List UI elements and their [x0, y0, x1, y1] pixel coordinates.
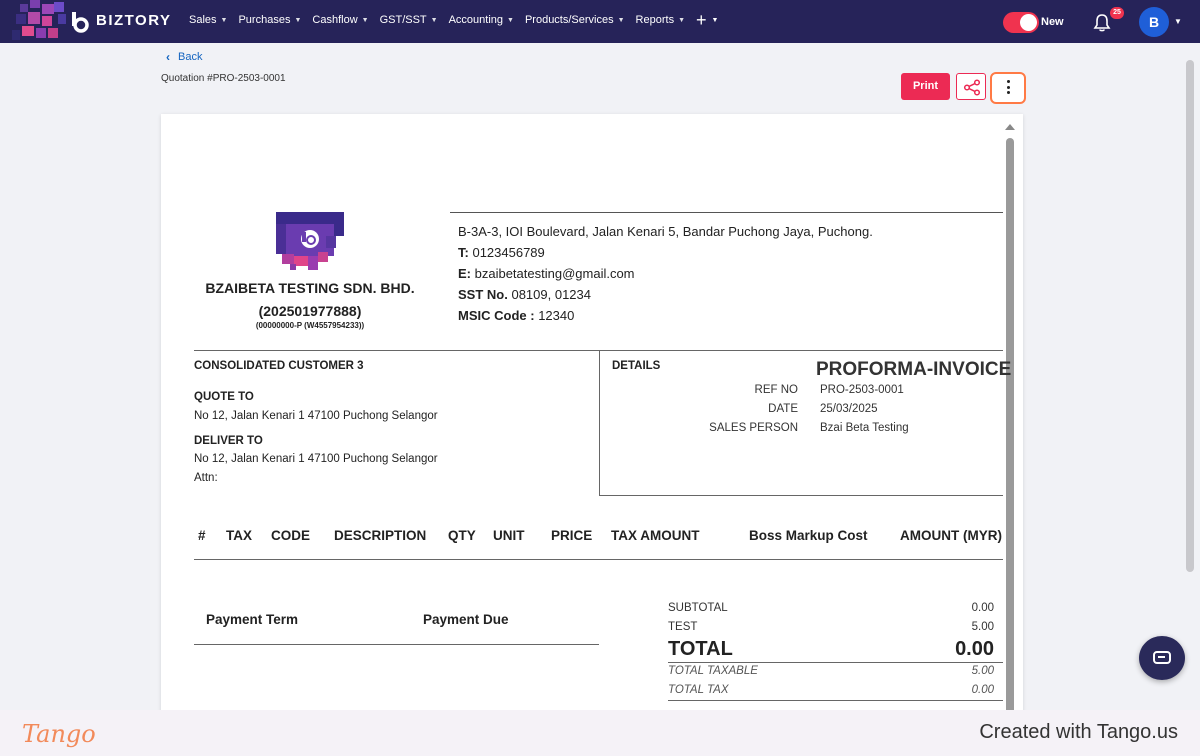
print-button[interactable]: Print: [901, 73, 950, 100]
company-email: E: bzaibetatesting@gmail.com: [458, 266, 635, 281]
col-header-boss-markup-cost: Boss Markup Cost: [749, 528, 868, 543]
nav-add-menu[interactable]: + ▼: [696, 9, 719, 30]
col-header-price: PRICE: [551, 528, 593, 543]
main-nav: Sales ▼ Purchases ▼ Cashflow ▼ GST/SST ▼ Acc…: [189, 9, 719, 30]
chevron-down-icon: ▼: [220, 16, 228, 24]
top-navbar: BIZTORY Sales ▼ Purchases ▼ Cashflow ▼ GST/…: [0, 0, 1200, 43]
back-label: Back: [178, 51, 203, 63]
chevron-down-icon: ▼: [617, 16, 625, 24]
col-header-tax-amount: TAX AMOUNT: [611, 528, 700, 543]
divider: [194, 559, 1003, 560]
bell-icon[interactable]: [1092, 13, 1112, 33]
sales-person-label: SALES PERSON: [709, 422, 798, 434]
document-preview: BZAIBETA TESTING SDN. BHD. (202501977888…: [161, 114, 1023, 724]
created-with-text: Created with Tango.us: [979, 721, 1178, 743]
col-header-unit: UNIT: [493, 528, 525, 543]
divider: [599, 495, 1003, 496]
divider: [668, 700, 1003, 701]
nav-accounting[interactable]: Accounting ▼: [449, 14, 514, 26]
quote-to-label: QUOTE TO: [194, 391, 254, 403]
ref-no-value: PRO-2503-0001: [820, 384, 904, 396]
nav-sales[interactable]: Sales ▼: [189, 14, 227, 26]
chevron-left-icon: ‹: [166, 50, 170, 64]
divider: [599, 350, 600, 495]
divider: [450, 212, 1003, 213]
chevron-down-icon: ▼: [361, 16, 369, 24]
scroll-up-icon[interactable]: [1005, 124, 1015, 130]
nav-products-services[interactable]: Products/Services ▼: [525, 14, 625, 26]
payment-due-label: Payment Due: [423, 612, 509, 627]
col-header-tax: TAX: [226, 528, 252, 543]
share-icon: [963, 79, 981, 96]
chevron-down-icon: ▼: [678, 16, 686, 24]
col-header-qty: QTY: [448, 528, 476, 543]
payment-term-label: Payment Term: [206, 612, 299, 627]
notification-badge: 25: [1110, 7, 1124, 19]
company-name: BZAIBETA TESTING SDN. BHD.: [205, 280, 415, 296]
tango-logo: Tango: [22, 720, 96, 748]
total-label: TOTAL: [668, 638, 733, 660]
chevron-down-icon: ▼: [430, 16, 438, 24]
total-taxable-label: TOTAL TAXABLE: [668, 665, 758, 677]
page-scrollbar[interactable]: [1186, 60, 1194, 572]
company-msic: MSIC Code : 12340: [458, 308, 575, 323]
details-label: DETAILS: [612, 360, 661, 372]
chevron-down-icon: ▼: [507, 16, 514, 24]
total-tax-label: TOTAL TAX: [668, 684, 729, 696]
deliver-to-address: No 12, Jalan Kenari 1 47100 Puchong Sela…: [194, 453, 438, 465]
new-ui-toggle[interactable]: [1003, 12, 1039, 33]
total-taxable-value: 5.00: [971, 665, 994, 677]
attention-label: Attn:: [194, 472, 218, 484]
user-avatar[interactable]: B: [1139, 7, 1169, 37]
chevron-down-icon: ▼: [711, 16, 719, 24]
brand-name[interactable]: BIZTORY: [96, 12, 172, 29]
company-phone: T: 0123456789: [458, 245, 545, 260]
date-label: DATE: [768, 403, 798, 415]
chat-icon: [1153, 651, 1171, 664]
nav-purchases[interactable]: Purchases ▼: [238, 14, 301, 26]
company-reg-no: (202501977888): [258, 303, 362, 319]
nav-gst-sst[interactable]: GST/SST ▼: [380, 14, 438, 26]
divider: [668, 662, 1003, 663]
chevron-down-icon: ▼: [294, 16, 302, 24]
toggle-label: New: [1041, 16, 1064, 28]
divider: [194, 644, 599, 645]
more-options-button[interactable]: [990, 72, 1026, 104]
date-value: 25/03/2025: [820, 403, 878, 415]
back-link[interactable]: ‹ Back: [166, 50, 202, 64]
more-vertical-icon: [1007, 80, 1010, 97]
company-address: B-3A-3, IOI Boulevard, Jalan Kenari 5, B…: [458, 224, 873, 239]
plus-icon: +: [696, 9, 707, 30]
page-title: Quotation #PRO-2503-0001: [161, 73, 286, 84]
subtotal-label: SUBTOTAL: [668, 602, 728, 614]
ref-no-label: REF NO: [754, 384, 798, 396]
total-tax-value: 0.00: [971, 684, 994, 696]
subtotal-value: 0.00: [971, 602, 994, 614]
test-value: 5.00: [971, 621, 994, 633]
customer-name: CONSOLIDATED CUSTOMER 3: [194, 360, 364, 372]
document-scrollbar[interactable]: [1006, 138, 1014, 718]
deliver-to-label: DELIVER TO: [194, 435, 263, 447]
company-sst: SST No. 08109, 01234: [458, 287, 591, 302]
document-type: PROFORMA-INVOICE: [816, 359, 1012, 380]
nav-cashflow[interactable]: Cashflow ▼: [312, 14, 368, 26]
chevron-down-icon[interactable]: ▼: [1174, 17, 1182, 26]
toggle-knob: [1020, 14, 1037, 31]
col-header-code: CODE: [271, 528, 311, 543]
share-button[interactable]: [956, 73, 986, 100]
company-contact: B-3A-3, IOI Boulevard, Jalan Kenari 5, B…: [458, 221, 873, 326]
chat-button[interactable]: [1139, 636, 1185, 680]
test-label: TEST: [668, 621, 698, 633]
company-logo: [276, 212, 344, 270]
nav-reports[interactable]: Reports ▼: [636, 14, 685, 26]
brand-logo-icon[interactable]: [70, 11, 92, 33]
col-header-number: #: [198, 528, 206, 543]
company-old-reg: (00000000-P (W4557954233)): [255, 321, 365, 330]
col-header-amount: AMOUNT (MYR): [900, 528, 1002, 543]
quote-to-address: No 12, Jalan Kenari 1 47100 Puchong Sela…: [194, 410, 438, 422]
sales-person-value: Bzai Beta Testing: [820, 422, 909, 434]
total-value: 0.00: [955, 638, 994, 660]
col-header-description: DESCRIPTION: [334, 528, 427, 543]
tango-footer: Tango Created with Tango.us: [0, 710, 1200, 756]
